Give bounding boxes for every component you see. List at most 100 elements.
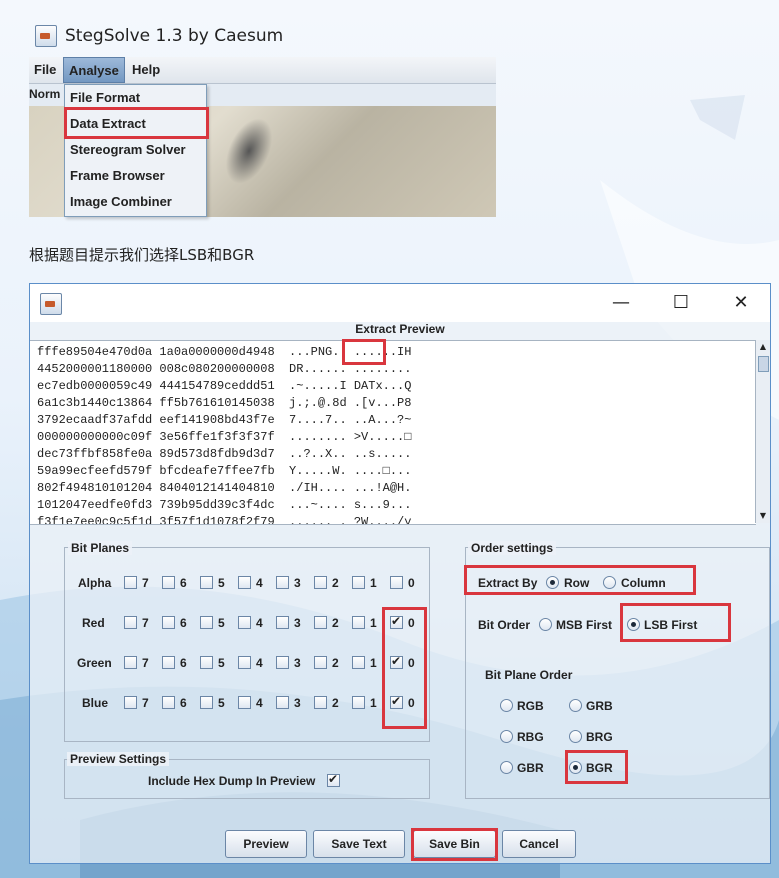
preview-button[interactable]: Preview (225, 830, 307, 858)
blue-bit-6-checkbox[interactable] (162, 696, 175, 709)
green-bit-0-label[interactable]: 0 (408, 656, 415, 670)
alpha-bit-1-checkbox[interactable] (352, 576, 365, 589)
green-bit-7-checkbox[interactable] (124, 656, 137, 669)
green-bit-1-label[interactable]: 1 (370, 656, 377, 670)
blue-bit-1-label[interactable]: 1 (370, 696, 377, 710)
alpha-bit-6-label[interactable]: 6 (180, 576, 187, 590)
alpha-bit-1-label[interactable]: 1 (370, 576, 377, 590)
alpha-bit-7-checkbox[interactable] (124, 576, 137, 589)
green-bit-2-label[interactable]: 2 (332, 656, 339, 670)
red-bit-5-checkbox[interactable] (200, 616, 213, 629)
scroll-down-icon[interactable]: ▼ (756, 509, 770, 523)
scroll-thumb[interactable] (758, 356, 769, 372)
order-grb-label[interactable]: GRB (586, 699, 613, 713)
alpha-bit-3-label[interactable]: 3 (294, 576, 301, 590)
red-bit-5-label[interactable]: 5 (218, 616, 225, 630)
red-bit-2-label[interactable]: 2 (332, 616, 339, 630)
include-hex-dump-checkbox[interactable] (327, 772, 340, 787)
green-bit-7-label[interactable]: 7 (142, 656, 149, 670)
blue-bit-2-label[interactable]: 2 (332, 696, 339, 710)
menu-item-file-format[interactable]: File Format (65, 85, 206, 111)
red-bit-3-checkbox[interactable] (276, 616, 289, 629)
alpha-bit-5-checkbox[interactable] (200, 576, 213, 589)
alpha-bit-4-checkbox[interactable] (238, 576, 251, 589)
blue-bit-1-checkbox[interactable] (352, 696, 365, 709)
save-text-button[interactable]: Save Text (313, 830, 405, 858)
hex-scrollbar[interactable]: ▲ ▼ (755, 340, 770, 523)
blue-bit-5-checkbox[interactable] (200, 696, 213, 709)
extract-by-column-radio[interactable] (603, 576, 616, 589)
green-bit-4-checkbox[interactable] (238, 656, 251, 669)
menu-help[interactable]: Help (127, 57, 165, 83)
green-bit-3-label[interactable]: 3 (294, 656, 301, 670)
alpha-bit-7-label[interactable]: 7 (142, 576, 149, 590)
menu-item-image-combiner[interactable]: Image Combiner (65, 189, 206, 215)
menu-item-frame-browser[interactable]: Frame Browser (65, 163, 206, 189)
menu-item-data-extract[interactable]: Data Extract (65, 111, 206, 137)
menu-item-stereogram-solver[interactable]: Stereogram Solver (65, 137, 206, 163)
alpha-bit-3-checkbox[interactable] (276, 576, 289, 589)
blue-bit-7-checkbox[interactable] (124, 696, 137, 709)
alpha-bit-4-label[interactable]: 4 (256, 576, 263, 590)
order-gbr-radio[interactable] (500, 761, 513, 774)
cancel-button[interactable]: Cancel (502, 830, 576, 858)
red-bit-0-label[interactable]: 0 (408, 616, 415, 630)
green-bit-5-label[interactable]: 5 (218, 656, 225, 670)
alpha-bit-5-label[interactable]: 5 (218, 576, 225, 590)
lsb-first-radio[interactable] (627, 618, 640, 631)
order-brg-radio[interactable] (569, 730, 582, 743)
red-bit-2-checkbox[interactable] (314, 616, 327, 629)
alpha-bit-0-label[interactable]: 0 (408, 576, 415, 590)
red-bit-4-label[interactable]: 4 (256, 616, 263, 630)
blue-bit-2-checkbox[interactable] (314, 696, 327, 709)
save-bin-button[interactable]: Save Bin (413, 830, 496, 858)
green-bit-0-checkbox[interactable] (390, 654, 403, 669)
blue-bit-3-checkbox[interactable] (276, 696, 289, 709)
minimize-button[interactable]: — (610, 292, 632, 314)
red-bit-3-label[interactable]: 3 (294, 616, 301, 630)
hex-preview-panel[interactable]: fffe89504e470d0a 1a0a0000000d4948 ...PNG… (30, 340, 756, 525)
alpha-bit-0-checkbox[interactable] (390, 576, 403, 589)
red-bit-1-checkbox[interactable] (352, 616, 365, 629)
extract-by-column-label[interactable]: Column (621, 576, 666, 590)
blue-bit-4-label[interactable]: 4 (256, 696, 263, 710)
green-bit-4-label[interactable]: 4 (256, 656, 263, 670)
order-grb-radio[interactable] (569, 699, 582, 712)
close-button[interactable]: ✕ (730, 292, 752, 314)
alpha-bit-6-checkbox[interactable] (162, 576, 175, 589)
blue-bit-5-label[interactable]: 5 (218, 696, 225, 710)
msb-first-label[interactable]: MSB First (556, 618, 612, 632)
green-bit-6-label[interactable]: 6 (180, 656, 187, 670)
blue-bit-3-label[interactable]: 3 (294, 696, 301, 710)
extract-by-row-label[interactable]: Row (564, 576, 589, 590)
red-bit-7-label[interactable]: 7 (142, 616, 149, 630)
green-bit-6-checkbox[interactable] (162, 656, 175, 669)
order-gbr-label[interactable]: GBR (517, 761, 544, 775)
blue-bit-0-checkbox[interactable] (390, 694, 403, 709)
order-bgr-label[interactable]: BGR (586, 761, 613, 775)
order-bgr-radio[interactable] (569, 761, 582, 774)
blue-bit-4-checkbox[interactable] (238, 696, 251, 709)
scroll-up-icon[interactable]: ▲ (756, 340, 770, 354)
msb-first-radio[interactable] (539, 618, 552, 631)
green-bit-3-checkbox[interactable] (276, 656, 289, 669)
green-bit-2-checkbox[interactable] (314, 656, 327, 669)
alpha-bit-2-label[interactable]: 2 (332, 576, 339, 590)
extract-by-row-radio[interactable] (546, 576, 559, 589)
order-rbg-radio[interactable] (500, 730, 513, 743)
lsb-first-label[interactable]: LSB First (644, 618, 697, 632)
order-rbg-label[interactable]: RBG (517, 730, 544, 744)
alpha-bit-2-checkbox[interactable] (314, 576, 327, 589)
green-bit-1-checkbox[interactable] (352, 656, 365, 669)
blue-bit-0-label[interactable]: 0 (408, 696, 415, 710)
order-rgb-radio[interactable] (500, 699, 513, 712)
red-bit-7-checkbox[interactable] (124, 616, 137, 629)
menu-analyse[interactable]: Analyse (63, 57, 125, 83)
red-bit-0-checkbox[interactable] (390, 614, 403, 629)
order-rgb-label[interactable]: RGB (517, 699, 544, 713)
green-bit-5-checkbox[interactable] (200, 656, 213, 669)
blue-bit-6-label[interactable]: 6 (180, 696, 187, 710)
red-bit-1-label[interactable]: 1 (370, 616, 377, 630)
maximize-button[interactable]: ☐ (670, 292, 692, 314)
order-brg-label[interactable]: BRG (586, 730, 613, 744)
